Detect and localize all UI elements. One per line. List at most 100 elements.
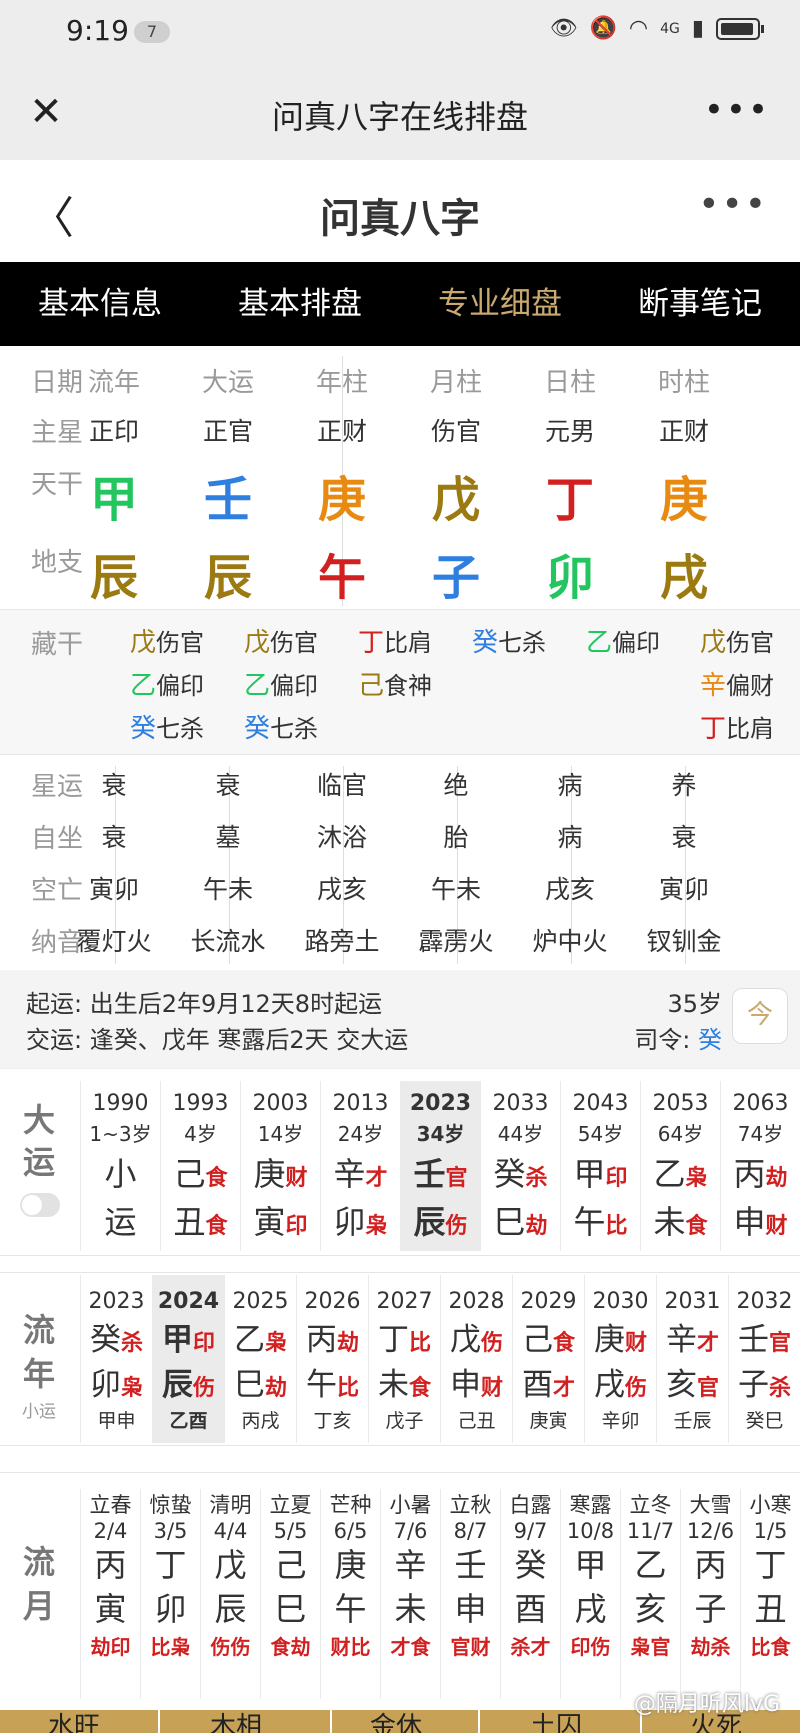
liunian-branch-god: 伤 [624, 1376, 647, 1401]
dayun-branch-char: 申 [733, 1203, 766, 1241]
tab-notes[interactable]: 断事笔记 [600, 262, 800, 346]
star-cell: 绝 [443, 771, 469, 800]
xiaoyun-pillar: 庚寅 [529, 1410, 568, 1432]
liunian-branch-god: 食 [408, 1376, 431, 1401]
dayun-label-2: 运 [22, 1143, 55, 1181]
solar-term-date: 1/5 [753, 1519, 788, 1543]
liunian-column[interactable]: 2029 己食 酉才 庚寅 [512, 1275, 584, 1443]
solar-term: 小寒 [749, 1493, 792, 1517]
liuyue-column[interactable]: 小寒 1/5 丁丑比食 [740, 1489, 800, 1699]
star-cell: 衰 [215, 771, 241, 800]
liuyue-branch: 子 [694, 1590, 727, 1628]
dayun-column[interactable]: 2013 24岁 辛才 卯枭 [320, 1081, 400, 1251]
dayun-toggle[interactable] [20, 1193, 60, 1217]
more-menu-icon[interactable]: ••• [704, 90, 770, 130]
liuyue-column[interactable]: 立春 2/4 丙寅劫印 [80, 1489, 140, 1699]
stars-section: 星运 自坐 空亡 纳音衰衰临官绝病养衰墓沐浴胎病衰寅卯 午未 戌亥 午未 戌亥 寅卯 覆灯火 长流水… [0, 756, 800, 970]
liuyue-column[interactable]: 立秋 8/7 壬申官财 [440, 1489, 500, 1699]
wuxing-wood: 木相 [210, 1712, 263, 1733]
dayun-branch-god: 枭 [365, 1214, 388, 1239]
tab-basic-chart[interactable]: 基本排盘 [200, 262, 400, 346]
liuyue-label-2: 月 [22, 1587, 55, 1625]
xiaoyun-pillar: 壬辰 [673, 1410, 712, 1432]
dayun-column[interactable]: 1990 1~3岁小运 [80, 1081, 160, 1251]
dayun-branch: 卯枭 [321, 1197, 400, 1243]
liuyue-branch: 卯 [154, 1590, 187, 1628]
solar-term-date: 3/5 [153, 1519, 188, 1543]
liuyue-column[interactable]: 小暑 7/6 辛未才食 [380, 1489, 440, 1699]
liunian-column[interactable]: 2023 癸杀 卯枭 甲申 [80, 1275, 152, 1443]
liunian-branch-char: 辰 [161, 1367, 193, 1403]
page-more-icon[interactable]: ••• [698, 184, 768, 225]
liuyue-stem: 乙 [634, 1546, 667, 1584]
pillar-stem: 庚 [317, 472, 366, 528]
star-cell: 养 [671, 771, 697, 800]
liunian-stem-char: 丙 [305, 1322, 337, 1358]
hidden-stem-god: 七杀 [270, 715, 319, 743]
liunian-stem-god: 伤 [480, 1331, 503, 1356]
dayun-age: 54岁 [577, 1122, 624, 1146]
calendar-today-icon[interactable]: 今 [732, 988, 788, 1044]
pillar-branch: 辰 [89, 550, 138, 606]
solar-term-date: 6/5 [333, 1519, 368, 1543]
dayun-stem-char: 甲 [573, 1155, 606, 1193]
dayun-branch-char: 未 [653, 1203, 686, 1241]
liunian-column[interactable]: 2026 丙劫 午比 丁亥 [296, 1275, 368, 1443]
dayun-column[interactable]: 2053 64岁 乙枭 未食 [640, 1081, 720, 1251]
star-cell: 霹雳火 [418, 927, 494, 956]
dayun-stem: 癸杀 [481, 1149, 560, 1195]
liunian-column[interactable]: 2030 庚财 戌伤 辛卯 [584, 1275, 656, 1443]
star-cell: 衰 [101, 771, 127, 800]
dayun-stem-god: 杀 [525, 1166, 548, 1191]
liuyue-column[interactable]: 寒露 10/8 甲戌印伤 [560, 1489, 620, 1699]
hidden-stem-item: 丁比肩 [358, 622, 432, 659]
liunian-column[interactable]: 2024 甲印 辰伤 乙酉 [152, 1275, 224, 1443]
liunian-column[interactable]: 2028 戊伤 申财 己丑 [440, 1275, 512, 1443]
hidden-stem-char: 乙 [586, 628, 613, 658]
hidden-stem-god: 偏印 [612, 629, 661, 657]
liunian-stem: 戊伤 [441, 1314, 512, 1359]
liuyue-gods: 比枭 [150, 1635, 191, 1659]
liunian-stem-god: 财 [624, 1331, 647, 1356]
tab-pro-chart[interactable]: 专业细盘 [400, 262, 600, 346]
dayun-column[interactable]: 2043 54岁 甲印 午比 [560, 1081, 640, 1251]
qiyun-label: 起运: [26, 990, 83, 1018]
wechat-title-bar: ✕ 问真八字在线排盘 ••• [0, 64, 800, 160]
tab-basic-info[interactable]: 基本信息 [0, 262, 200, 346]
liunian-branch: 酉才 [513, 1359, 584, 1404]
dayun-column[interactable]: 2003 14岁 庚财 寅印 [240, 1081, 320, 1251]
liuyue-column[interactable]: 清明 4/4 戊辰伤伤 [200, 1489, 260, 1699]
dayun-column[interactable]: 1993 4岁 己食 丑食 [160, 1081, 240, 1251]
dayun-stem: 庚财 [241, 1149, 320, 1195]
dayun-stem-char: 己 [173, 1155, 206, 1193]
star-cell: 钗钏金 [646, 927, 722, 956]
liuyue-column[interactable]: 芒种 6/5 庚午财比 [320, 1489, 380, 1699]
dayun-stem: 己食 [161, 1149, 240, 1195]
signal-icon: 4G [660, 20, 680, 37]
liuyue-column[interactable]: 白露 9/7 癸酉杀才 [500, 1489, 560, 1699]
hidden-stem-god: 七杀 [156, 715, 205, 743]
dayun-year: 2003 [252, 1091, 309, 1116]
liuyue-gods: 印伤 [570, 1635, 611, 1659]
liuyue-column[interactable]: 立夏 5/5 己巳食劫 [260, 1489, 320, 1699]
liunian-label-2: 年 [22, 1355, 55, 1393]
notification-badge: 7 [134, 21, 170, 43]
liunian-column[interactable]: 2031 辛才 亥官 壬辰 [656, 1275, 728, 1443]
liunian-column[interactable]: 2032 壬官 子杀 癸巳 [728, 1275, 800, 1443]
liuyue-branch: 丑 [754, 1590, 787, 1628]
dayun-column[interactable]: 2063 74岁 丙劫 申财 [720, 1081, 800, 1251]
dayun-column[interactable]: 2033 44岁 癸杀 巳劫 [480, 1081, 560, 1251]
liuyue-column[interactable]: 大雪 12/6 丙子劫杀 [680, 1489, 740, 1699]
liuyue-column[interactable]: 惊蛰 3/5 丁卯比枭 [140, 1489, 200, 1699]
liuyue-gods: 杀才 [510, 1635, 551, 1659]
liuyue-section: 流 月 立春 2/4 丙寅劫印 惊蛰 3/5 丁卯比枭 清明 4/4 戊辰伤伤 立夏 5/5 己巳食劫… [0, 1472, 800, 1712]
liunian-stem-god: 劫 [336, 1331, 359, 1356]
dayun-column[interactable]: 2023 34岁 壬官 辰伤 [400, 1081, 480, 1251]
liuyue-column[interactable]: 立冬 11/7 乙亥枭官 [620, 1489, 680, 1699]
liunian-stem: 癸杀 [81, 1314, 152, 1359]
star-cell: 路旁土 [304, 927, 380, 956]
liunian-branch-char: 巳 [233, 1367, 265, 1403]
liunian-column[interactable]: 2027 丁比 未食 戊子 [368, 1275, 440, 1443]
dayun-branch-god: 比 [605, 1214, 628, 1239]
liunian-column[interactable]: 2025 乙枭 巳劫 丙戌 [224, 1275, 296, 1443]
